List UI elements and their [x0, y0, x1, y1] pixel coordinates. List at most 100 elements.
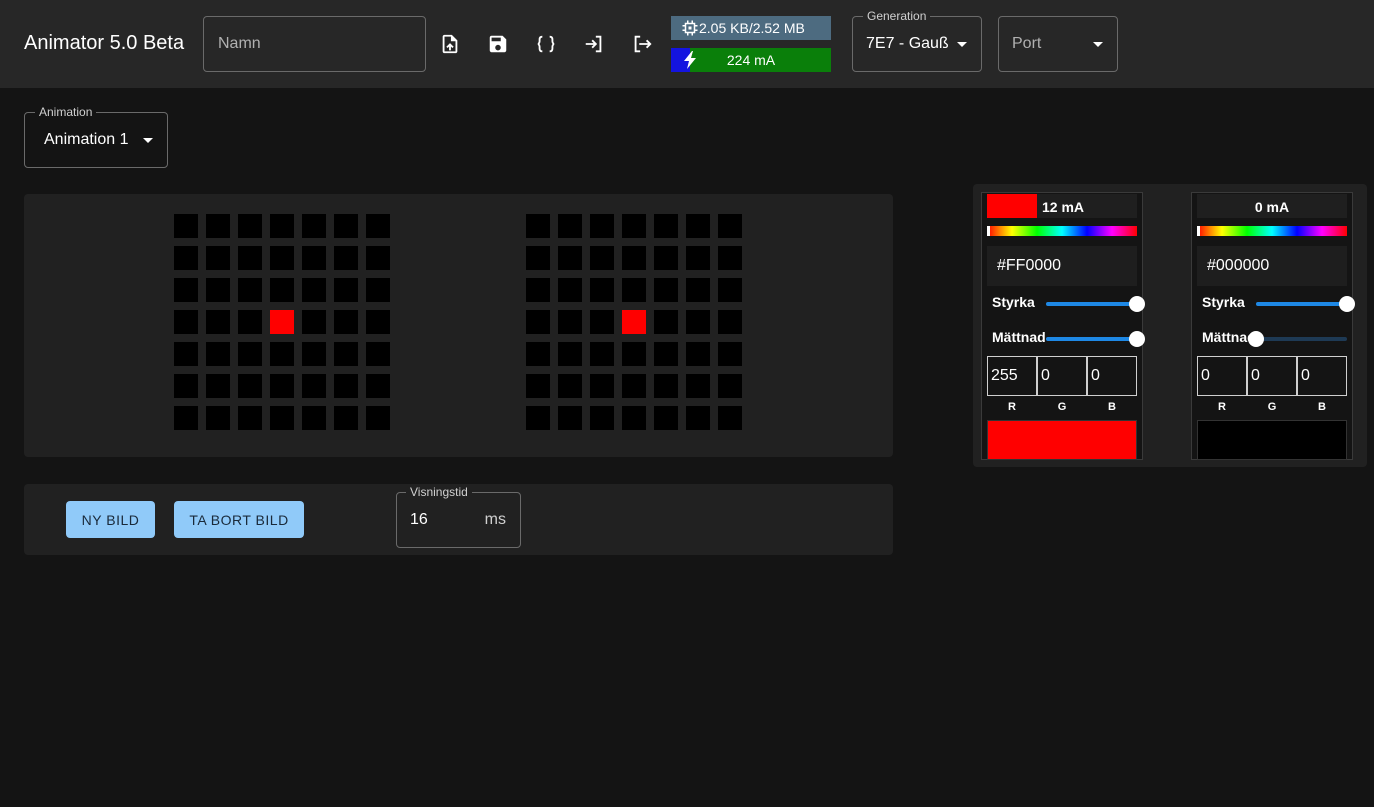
led-cell[interactable]	[686, 406, 710, 430]
led-cell[interactable]	[238, 342, 262, 366]
led-cell[interactable]	[174, 406, 198, 430]
led-cell[interactable]	[654, 246, 678, 270]
led-cell[interactable]	[526, 214, 550, 238]
led-cell[interactable]	[206, 374, 230, 398]
led-cell[interactable]	[238, 214, 262, 238]
led-cell[interactable]	[718, 246, 742, 270]
led-cell[interactable]	[174, 214, 198, 238]
led-cell[interactable]	[366, 406, 390, 430]
led-cell[interactable]	[686, 310, 710, 334]
led-cell[interactable]	[174, 278, 198, 302]
led-cell[interactable]	[686, 214, 710, 238]
save-button[interactable]	[485, 30, 511, 58]
code-button[interactable]	[533, 30, 559, 58]
led-cell[interactable]	[686, 374, 710, 398]
hex-input[interactable]: #000000	[1197, 246, 1347, 286]
led-cell[interactable]	[302, 406, 326, 430]
led-cell[interactable]	[366, 342, 390, 366]
name-input[interactable]	[204, 17, 425, 71]
led-cell[interactable]	[622, 406, 646, 430]
blue-input[interactable]: 0	[1297, 356, 1347, 396]
led-cell[interactable]	[558, 374, 582, 398]
led-cell[interactable]	[590, 214, 614, 238]
port-select[interactable]: Port	[998, 16, 1118, 72]
led-cell[interactable]	[238, 406, 262, 430]
led-cell[interactable]	[558, 278, 582, 302]
led-cell[interactable]	[526, 278, 550, 302]
led-cell[interactable]	[558, 214, 582, 238]
led-cell[interactable]	[206, 310, 230, 334]
led-cell[interactable]	[238, 310, 262, 334]
led-cell[interactable]	[206, 342, 230, 366]
color-preview[interactable]	[1197, 420, 1347, 460]
display-time-value[interactable]: 16	[410, 511, 428, 529]
animation-select[interactable]: Animation Animation 1	[24, 105, 168, 168]
led-cell[interactable]	[526, 342, 550, 366]
led-cell[interactable]	[174, 342, 198, 366]
led-cell[interactable]	[558, 342, 582, 366]
saturation-slider-thumb[interactable]	[1248, 331, 1264, 347]
led-cell[interactable]	[302, 278, 326, 302]
hue-slider[interactable]	[1197, 226, 1347, 236]
led-cell[interactable]	[366, 374, 390, 398]
led-cell[interactable]	[654, 214, 678, 238]
red-input[interactable]: 0	[1197, 356, 1247, 396]
led-cell[interactable]	[334, 214, 358, 238]
led-cell[interactable]	[270, 278, 294, 302]
led-cell[interactable]	[622, 246, 646, 270]
delete-frame-button[interactable]: TA BORT BILD	[174, 501, 304, 538]
led-cell[interactable]	[654, 406, 678, 430]
strength-slider[interactable]	[1256, 296, 1355, 312]
led-cell[interactable]	[270, 406, 294, 430]
led-cell[interactable]	[334, 310, 358, 334]
led-cell[interactable]	[526, 246, 550, 270]
led-cell[interactable]	[686, 246, 710, 270]
led-cell[interactable]	[334, 342, 358, 366]
led-cell[interactable]	[270, 342, 294, 366]
led-cell[interactable]	[718, 406, 742, 430]
export-button[interactable]	[629, 30, 655, 58]
led-cell[interactable]	[622, 278, 646, 302]
led-cell[interactable]	[366, 246, 390, 270]
led-cell[interactable]	[686, 342, 710, 366]
display-time-field[interactable]: Visningstid 16 ms	[396, 485, 521, 548]
led-cell[interactable]	[270, 374, 294, 398]
led-cell[interactable]	[718, 214, 742, 238]
led-cell[interactable]	[558, 246, 582, 270]
led-cell[interactable]	[174, 374, 198, 398]
led-cell[interactable]	[334, 278, 358, 302]
hex-input[interactable]: #FF0000	[987, 246, 1137, 286]
strength-slider[interactable]	[1046, 296, 1145, 312]
led-cell[interactable]	[302, 214, 326, 238]
hue-slider-handle[interactable]	[1197, 226, 1200, 236]
led-cell[interactable]	[526, 310, 550, 334]
saturation-slider-thumb[interactable]	[1129, 331, 1145, 347]
led-cell[interactable]	[238, 374, 262, 398]
import-button[interactable]	[581, 30, 607, 58]
led-cell[interactable]	[654, 342, 678, 366]
led-cell[interactable]	[718, 374, 742, 398]
upload-button[interactable]	[437, 30, 463, 58]
led-cell[interactable]	[590, 246, 614, 270]
led-cell[interactable]	[302, 342, 326, 366]
led-cell[interactable]	[686, 278, 710, 302]
led-cell[interactable]	[622, 374, 646, 398]
saturation-slider[interactable]	[1046, 331, 1145, 347]
blue-input[interactable]: 0	[1087, 356, 1137, 396]
led-cell[interactable]	[174, 310, 198, 334]
led-cell[interactable]	[590, 342, 614, 366]
color-preview[interactable]	[987, 420, 1137, 460]
led-cell[interactable]	[526, 406, 550, 430]
led-cell[interactable]	[622, 310, 646, 334]
led-cell[interactable]	[622, 342, 646, 366]
led-cell[interactable]	[718, 278, 742, 302]
led-cell[interactable]	[302, 374, 326, 398]
saturation-slider[interactable]	[1248, 331, 1347, 347]
hue-slider-handle[interactable]	[987, 226, 990, 236]
led-cell[interactable]	[622, 214, 646, 238]
led-cell[interactable]	[366, 310, 390, 334]
led-cell[interactable]	[558, 310, 582, 334]
led-cell[interactable]	[590, 278, 614, 302]
led-cell[interactable]	[206, 246, 230, 270]
led-cell[interactable]	[590, 374, 614, 398]
